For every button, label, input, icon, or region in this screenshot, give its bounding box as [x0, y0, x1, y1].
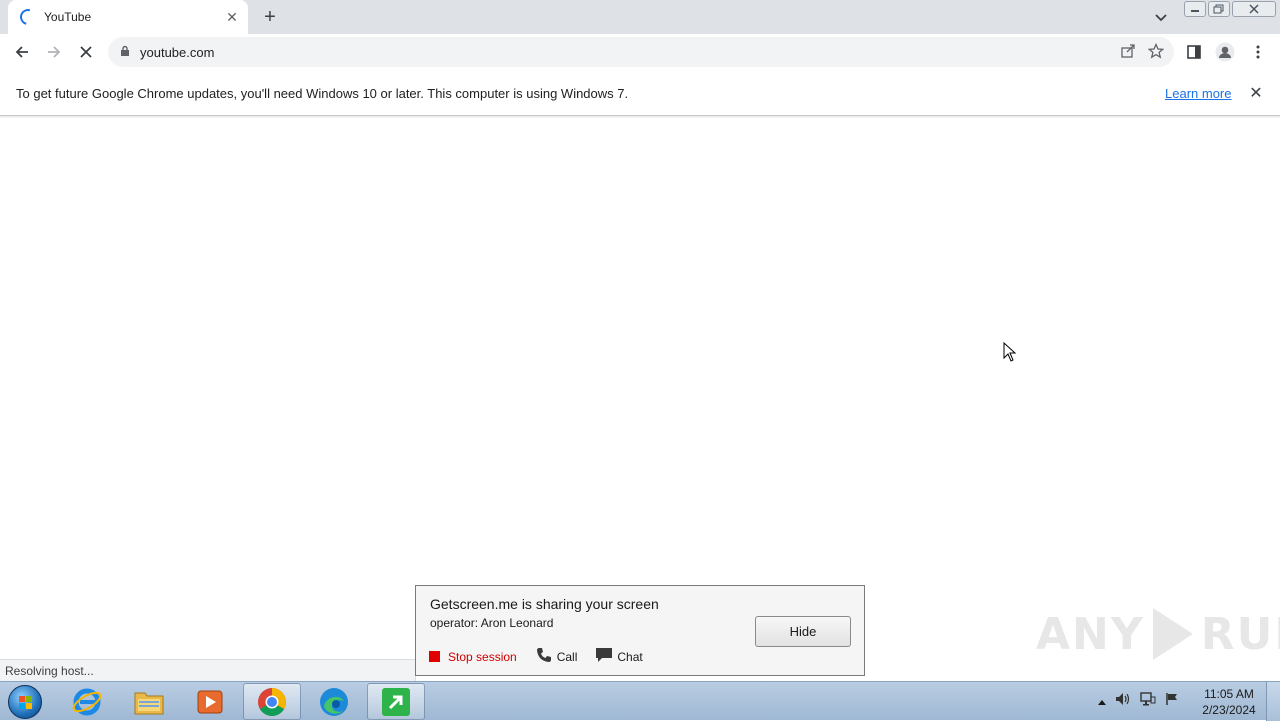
chrome-menu-icon[interactable]	[1248, 42, 1268, 62]
anyrun-watermark: ANY RUN	[1036, 608, 1280, 660]
forward-button[interactable]	[44, 42, 64, 62]
stop-loading-button[interactable]	[76, 42, 96, 62]
loading-spinner-icon	[17, 6, 39, 28]
clock-date: 2/23/2024	[1202, 703, 1256, 717]
windows-taskbar: 11:05 AM 2/23/2024	[0, 681, 1280, 721]
side-panel-icon[interactable]	[1184, 42, 1204, 62]
windows-logo-icon	[8, 684, 42, 719]
tab-search-icon[interactable]	[1152, 8, 1170, 26]
new-tab-button[interactable]: +	[260, 7, 280, 27]
internet-explorer-icon[interactable]	[58, 683, 116, 720]
operator-label: operator: Aron Leonard	[430, 616, 554, 630]
clock-time: 11:05 AM	[1204, 687, 1254, 701]
start-button[interactable]	[4, 683, 46, 720]
play-logo-icon	[1152, 608, 1193, 660]
url-text: youtube.com	[140, 44, 215, 60]
minimize-button[interactable]	[1184, 1, 1206, 17]
phone-icon[interactable]	[535, 646, 553, 667]
tab-strip: YouTube ✕ +	[0, 0, 1280, 34]
restore-button[interactable]	[1208, 1, 1230, 17]
page-content	[0, 117, 1280, 659]
bookmark-star-icon[interactable]	[1147, 42, 1165, 62]
share-icon[interactable]	[1120, 43, 1136, 62]
update-infobar: To get future Google Chrome updates, you…	[0, 70, 1280, 116]
address-bar[interactable]: youtube.com	[108, 37, 1174, 67]
volume-icon[interactable]	[1115, 692, 1131, 709]
session-actions: Stop session Call Chat	[429, 646, 643, 667]
tab-youtube[interactable]: YouTube ✕	[8, 0, 248, 34]
system-tray	[1098, 692, 1179, 709]
learn-more-link[interactable]: Learn more	[1165, 86, 1231, 101]
lock-icon[interactable]	[120, 45, 130, 60]
chat-link[interactable]: Chat	[617, 650, 642, 664]
getscreen-sharing-panel: Getscreen.me is sharing your screen oper…	[415, 585, 865, 676]
call-link[interactable]: Call	[557, 650, 578, 664]
explorer-folder-icon[interactable]	[120, 683, 178, 720]
infobar-close-icon[interactable]: ✕	[1248, 85, 1264, 102]
status-bubble: Resolving host...	[0, 659, 416, 681]
sharing-title: Getscreen.me is sharing your screen	[430, 596, 659, 612]
stop-session-link[interactable]: Stop session	[448, 650, 517, 664]
action-center-flag-icon[interactable]	[1165, 692, 1179, 709]
close-window-button[interactable]	[1232, 1, 1276, 17]
infobar-message: To get future Google Chrome updates, you…	[16, 86, 629, 101]
network-icon[interactable]	[1140, 692, 1156, 709]
tab-title: YouTube	[44, 10, 92, 24]
browser-toolbar: youtube.com	[0, 34, 1280, 70]
edge-icon[interactable]	[305, 683, 363, 720]
show-desktop-button[interactable]	[1266, 682, 1280, 721]
tray-expand-icon[interactable]	[1098, 693, 1106, 708]
back-button[interactable]	[12, 42, 32, 62]
window-controls	[1184, 1, 1276, 17]
media-player-icon[interactable]	[181, 683, 239, 720]
watermark-right: RUN	[1200, 608, 1280, 660]
chrome-icon[interactable]	[243, 683, 301, 720]
watermark-left: ANY	[1036, 608, 1145, 660]
chat-bubble-icon[interactable]	[595, 647, 613, 666]
tab-close-icon[interactable]: ✕	[224, 9, 240, 25]
mouse-cursor-icon	[1003, 341, 1017, 365]
taskbar-clock[interactable]: 11:05 AM 2/23/2024	[1196, 686, 1262, 718]
stop-square-icon[interactable]	[429, 651, 440, 662]
profile-avatar-icon[interactable]	[1215, 42, 1235, 62]
hide-button[interactable]: Hide	[755, 616, 851, 647]
getscreen-icon[interactable]	[367, 683, 425, 720]
